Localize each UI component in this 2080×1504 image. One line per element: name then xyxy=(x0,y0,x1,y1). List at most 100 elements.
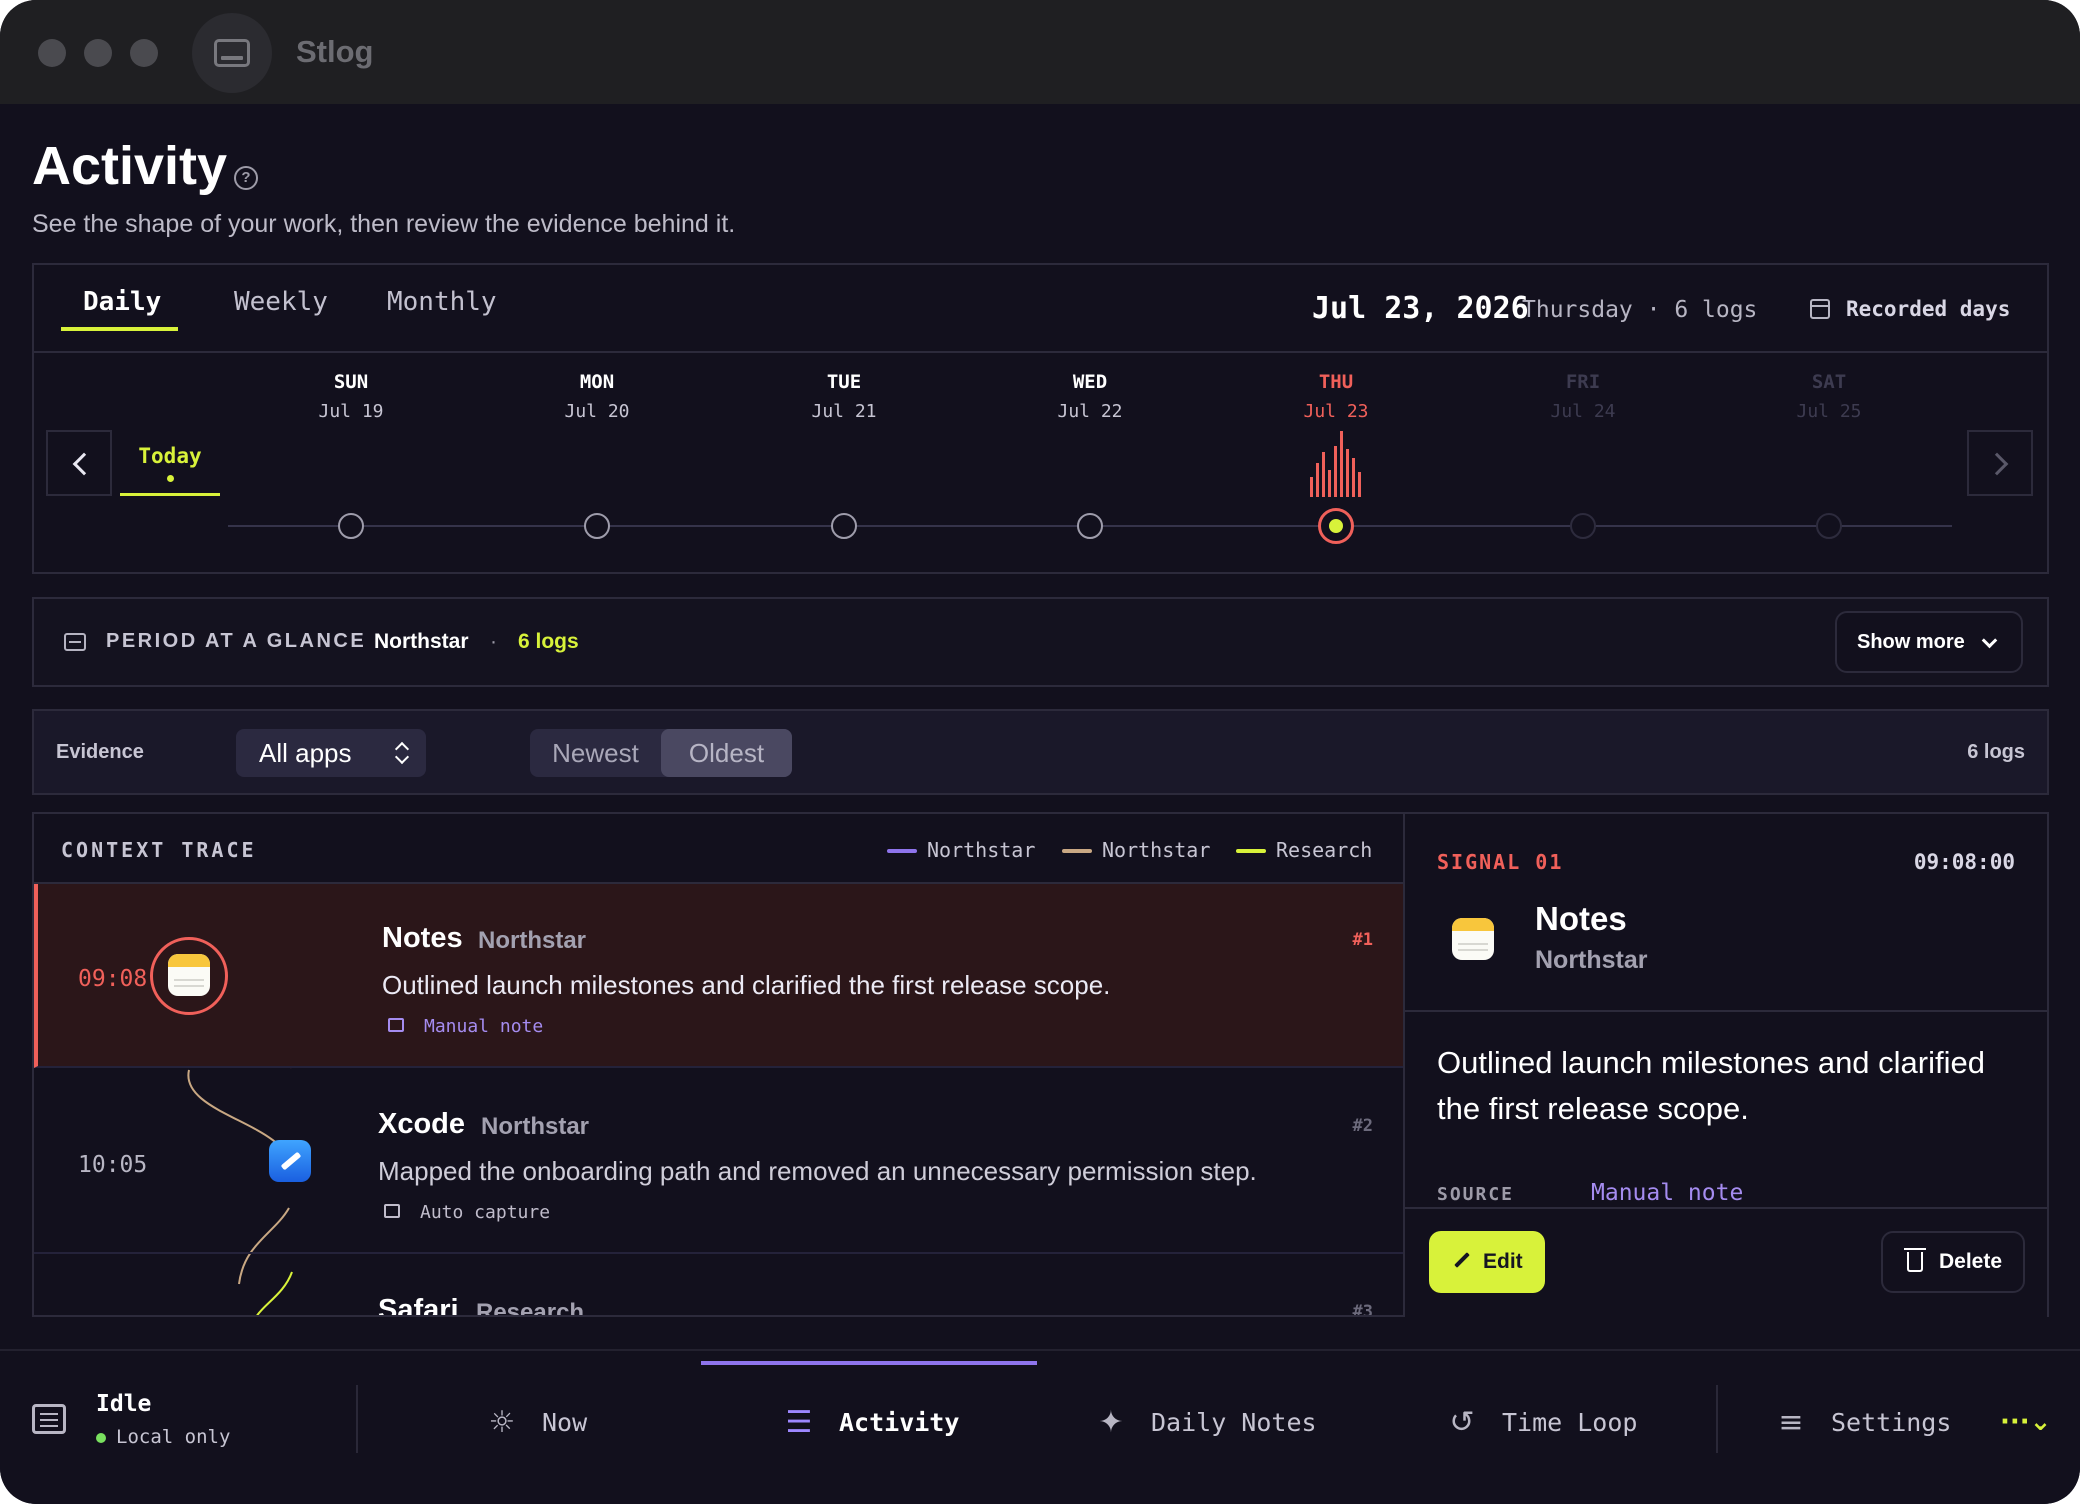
active-nav-indicator xyxy=(701,1361,1037,1365)
tab-daily[interactable]: Daily xyxy=(83,287,161,317)
legend-swatch xyxy=(1062,849,1092,853)
row-project: Research xyxy=(476,1299,585,1317)
glance-project: Northstar xyxy=(374,630,469,653)
delete-button[interactable]: Delete xyxy=(1881,1231,2025,1293)
day-date: Jul 22 xyxy=(1057,401,1123,422)
history-icon: ↺ xyxy=(1449,1405,1475,1440)
trash-icon xyxy=(1904,1248,1926,1272)
app-filter-select[interactable]: All apps xyxy=(236,729,426,777)
xcode-app-icon xyxy=(269,1140,311,1182)
day-date: Jul 20 xyxy=(564,401,630,422)
row-app-name: Notes xyxy=(382,922,463,954)
page-title: Activity xyxy=(32,136,228,196)
row-description: Outlined launch milestones and clarified… xyxy=(382,970,1111,1000)
activity-spark-bar xyxy=(1340,431,1343,497)
row-time: 10:05 xyxy=(78,1152,148,1178)
row-index: #3 xyxy=(1352,1302,1373,1317)
signal-description: Outlined launch milestones and clarified… xyxy=(1437,1045,1985,1126)
divider xyxy=(1716,1385,1718,1453)
sort-newest-button[interactable]: Newest xyxy=(530,729,661,777)
signal-app-name: Notes xyxy=(1535,900,1627,937)
activity-spark-bar xyxy=(1334,446,1337,497)
calendar-icon xyxy=(1810,299,1830,319)
minimize-window-button[interactable] xyxy=(84,39,112,67)
legend-item: Research xyxy=(1236,838,1372,862)
period-at-a-glance: PERIOD AT A GLANCE Northstar · 6 logs Sh… xyxy=(32,597,2049,687)
activity-spark-bar xyxy=(1328,470,1331,497)
trace-title: CONTEXT TRACE xyxy=(61,838,257,862)
sort-oldest-button[interactable]: Oldest xyxy=(661,729,792,777)
recorded-days-button[interactable]: Recorded days xyxy=(1808,289,2010,329)
day-node xyxy=(584,513,610,539)
selected-date: Jul 23, 2026 xyxy=(1312,291,1529,326)
nav-activity[interactable]: ☰ Activity xyxy=(786,1403,960,1443)
help-icon[interactable]: ? xyxy=(234,166,258,190)
day-name: THU xyxy=(1318,371,1354,393)
nav-label: Settings xyxy=(1831,1408,1952,1437)
chevron-down-icon xyxy=(1981,632,1998,649)
trace-row[interactable]: 09:08 Notes Northstar Outlined launch mi… xyxy=(34,884,1403,1068)
day-date: Jul 25 xyxy=(1796,401,1862,422)
signal-project: Northstar xyxy=(1535,946,1648,974)
day-name: SUN xyxy=(333,371,369,393)
chevron-left-icon xyxy=(72,452,96,476)
tab-monthly[interactable]: Monthly xyxy=(387,287,497,317)
day-tue[interactable]: TUE Jul 21 xyxy=(784,367,904,539)
trace-header: CONTEXT TRACE Northstar Northstar Resear… xyxy=(34,814,1403,884)
recorded-days-label: Recorded days xyxy=(1846,297,2011,321)
legend-swatch xyxy=(1236,849,1266,853)
row-project: Northstar xyxy=(481,1113,590,1140)
next-week-button[interactable] xyxy=(1967,430,2033,496)
divider xyxy=(1405,1010,2047,1012)
nav-label: Now xyxy=(542,1408,588,1437)
source-label: SOURCE xyxy=(1437,1184,1515,1205)
show-more-button[interactable]: Show more xyxy=(1835,611,2023,673)
day-date: Jul 19 xyxy=(318,401,384,422)
nav-daily-notes[interactable]: ✦ Daily Notes xyxy=(1098,1403,1316,1443)
previous-week-button[interactable] xyxy=(46,430,112,496)
day-mon[interactable]: MON Jul 20 xyxy=(537,367,657,539)
nav-time-loop[interactable]: ↺ Time Loop xyxy=(1449,1403,1637,1443)
signal-detail-panel: SIGNAL 01 09:08:00 Notes Northstar Outli… xyxy=(1403,812,2049,1317)
day-node xyxy=(338,513,364,539)
row-source: Auto capture xyxy=(382,1202,550,1223)
edit-button[interactable]: Edit xyxy=(1429,1231,1545,1293)
legend-swatch xyxy=(887,849,917,853)
day-date: Jul 24 xyxy=(1550,401,1616,422)
today-button[interactable]: Today xyxy=(120,430,220,496)
edit-label: Edit xyxy=(1483,1250,1523,1273)
delete-label: Delete xyxy=(1939,1250,2003,1273)
trace-row[interactable]: Safari Research #3 xyxy=(34,1256,1403,1317)
up-down-chevron-icon xyxy=(396,741,406,765)
edit-icon xyxy=(388,1018,404,1032)
day-wed[interactable]: WED Jul 22 xyxy=(1030,367,1150,539)
nav-settings[interactable]: ≡ Settings xyxy=(1778,1403,1952,1443)
source-value: Manual note xyxy=(1591,1180,1744,1206)
day-thu-selected[interactable]: THU Jul 23 xyxy=(1276,367,1396,544)
nav-now[interactable]: ☼ Now xyxy=(489,1403,588,1443)
row-index: #2 xyxy=(1352,1116,1373,1136)
signal-time: 09:08:00 xyxy=(1913,850,2015,874)
row-source-label: Manual note xyxy=(424,1016,544,1037)
window-title: Stlog xyxy=(296,34,374,69)
glance-log-count: 6 logs xyxy=(518,630,579,653)
row-source-label: Auto capture xyxy=(420,1202,551,1223)
notes-app-icon xyxy=(1452,918,1494,960)
app-window: Stlog Activity ? See the shape of your w… xyxy=(0,0,2080,1504)
tab-weekly[interactable]: Weekly xyxy=(234,287,328,317)
sidebar-toggle-button[interactable] xyxy=(192,13,272,93)
close-window-button[interactable] xyxy=(38,39,66,67)
today-underline xyxy=(120,493,220,496)
zoom-window-button[interactable] xyxy=(130,39,158,67)
context-trace-panel: CONTEXT TRACE Northstar Northstar Resear… xyxy=(32,812,1403,1317)
nav-label: Activity xyxy=(839,1408,960,1437)
day-sun[interactable]: SUN Jul 19 xyxy=(291,367,411,539)
list-icon: ☰ xyxy=(785,1405,813,1440)
more-menu-button[interactable]: ···⌄ xyxy=(2000,1407,2051,1437)
activity-spark-bar xyxy=(1346,449,1349,497)
selected-day-node xyxy=(1318,508,1354,544)
status-dot xyxy=(96,1433,106,1443)
trace-row[interactable]: 10:05 Xcode Northstar Mapped the onboard… xyxy=(34,1070,1403,1254)
divider xyxy=(356,1385,358,1453)
status-log-icon xyxy=(32,1404,66,1434)
